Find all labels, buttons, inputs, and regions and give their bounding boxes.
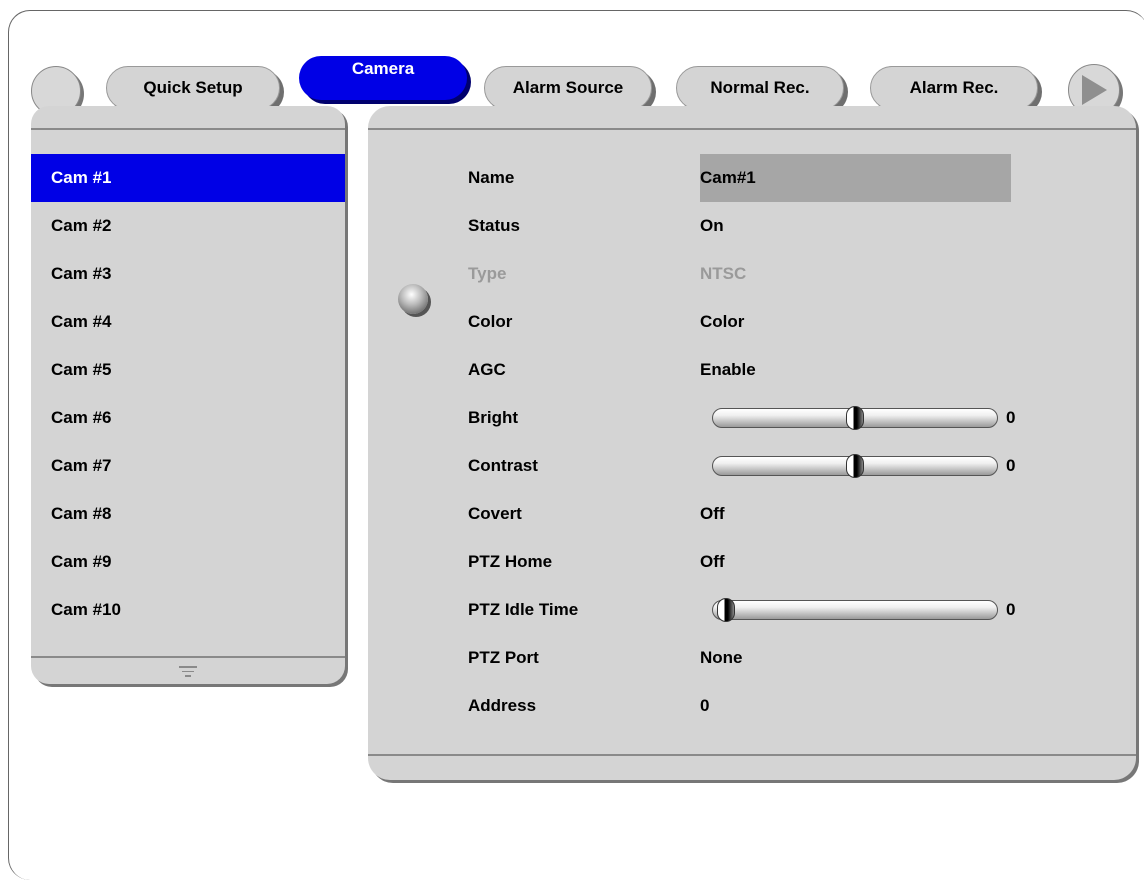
camera-list-item[interactable]: Cam #4 — [31, 298, 345, 346]
camera-list-item[interactable]: Cam #8 — [31, 490, 345, 538]
setting-row-ptz-idle-time: PTZ Idle Time 0 — [368, 586, 1136, 634]
setting-label: Status — [468, 216, 520, 235]
tab-quick-setup[interactable]: Quick Setup — [106, 66, 280, 110]
tab-alarm-source[interactable]: Alarm Source — [484, 66, 652, 110]
setting-value[interactable]: None — [700, 634, 743, 682]
play-arrow-icon — [1082, 75, 1107, 105]
setting-row-covert[interactable]: Covert Off — [368, 490, 1136, 538]
slider-thumb[interactable] — [846, 454, 864, 478]
bright-slider[interactable] — [712, 406, 998, 430]
slider-thumb[interactable] — [846, 406, 864, 430]
setting-row-name: Name — [368, 154, 1136, 202]
slider-value: 0 — [1006, 456, 1016, 475]
camera-list-item[interactable]: Cam #10 — [31, 586, 345, 634]
setting-row-ptz-port[interactable]: PTZ Port None — [368, 634, 1136, 682]
divider — [368, 128, 1136, 130]
setting-label: AGC — [468, 360, 506, 379]
camera-list: Cam #1 Cam #2 Cam #3 Cam #4 Cam #5 Cam #… — [31, 154, 345, 634]
setting-label: Color — [468, 312, 513, 331]
setting-value[interactable]: Off — [700, 490, 725, 538]
camera-list-item[interactable]: Cam #9 — [31, 538, 345, 586]
camera-list-item[interactable]: Cam #5 — [31, 346, 345, 394]
setting-label: Covert — [468, 504, 522, 523]
tab-normal-rec[interactable]: Normal Rec. — [676, 66, 844, 110]
camera-list-item[interactable]: Cam #6 — [31, 394, 345, 442]
slider-value: 0 — [1006, 600, 1016, 619]
camera-list-item[interactable]: Cam #1 — [31, 154, 345, 202]
setting-value: NTSC — [700, 264, 747, 283]
divider — [31, 128, 345, 130]
setting-value[interactable]: Off — [700, 538, 725, 586]
setting-row-bright: Bright 0 — [368, 394, 1136, 442]
contrast-slider[interactable] — [712, 454, 998, 478]
setting-label: Address — [468, 696, 537, 715]
tab-camera[interactable]: Camera — [299, 56, 467, 100]
tab-alarm-rec[interactable]: Alarm Rec. — [870, 66, 1038, 110]
divider — [31, 656, 345, 658]
setting-label: PTZ Port — [468, 648, 539, 667]
setting-row-address[interactable]: Address 0 — [368, 682, 1136, 730]
slider-thumb[interactable] — [717, 598, 735, 622]
setting-label: PTZ Home — [468, 552, 553, 571]
setting-value[interactable]: Color — [700, 298, 744, 346]
setting-label: Type — [468, 264, 507, 283]
setting-label: PTZ Idle Time — [468, 600, 579, 619]
setting-label: Name — [468, 168, 515, 187]
setting-row-contrast: Contrast 0 — [368, 442, 1136, 490]
setting-row-status[interactable]: Status On — [368, 202, 1136, 250]
scroll-indicator-icon[interactable] — [179, 666, 197, 678]
camera-list-item[interactable]: Cam #2 — [31, 202, 345, 250]
setting-row-type: Type NTSC — [368, 250, 1136, 298]
camera-list-item[interactable]: Cam #3 — [31, 250, 345, 298]
slider-value: 0 — [1006, 408, 1016, 427]
ptz-idle-time-slider[interactable] — [712, 598, 998, 622]
setting-label: Contrast — [468, 456, 538, 475]
camera-list-panel: Cam #1 Cam #2 Cam #3 Cam #4 Cam #5 Cam #… — [31, 106, 345, 684]
setting-value[interactable]: On — [700, 202, 724, 250]
setting-row-color[interactable]: Color Color — [368, 298, 1136, 346]
setting-row-ptz-home[interactable]: PTZ Home Off — [368, 538, 1136, 586]
divider — [368, 754, 1136, 756]
setting-value[interactable]: Enable — [700, 346, 756, 394]
camera-settings-panel: Cam#1 Name Status On Type NTSC Color Col… — [368, 106, 1136, 780]
setting-value[interactable]: 0 — [700, 682, 709, 730]
camera-list-item[interactable]: Cam #7 — [31, 442, 345, 490]
setting-row-agc[interactable]: AGC Enable — [368, 346, 1136, 394]
setting-label: Bright — [468, 408, 519, 427]
